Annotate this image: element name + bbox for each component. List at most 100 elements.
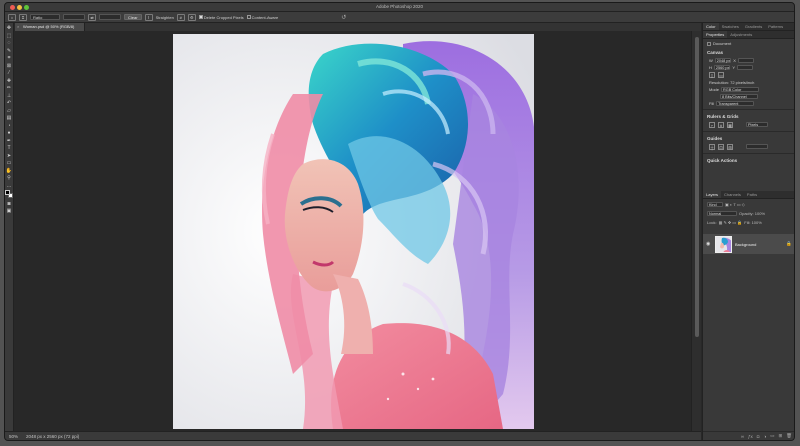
fill-select[interactable]: Transparent [716,101,755,106]
options-bar: ⌂ ⌗ Ratio ⇄ Clear ⌇ Straighten # ⚙ Delet… [5,12,794,23]
lock-guides-icon[interactable]: ⊡ [718,144,724,150]
crop-settings-icon[interactable]: ⚙ [187,13,196,21]
tab-paths[interactable]: Paths [744,191,760,198]
path-selection-tool-icon[interactable]: ➤ [6,153,12,159]
lock-icons[interactable]: ▦ ✎ ✥ ▭ 🔒 [719,220,743,225]
tab-color[interactable]: Color [703,23,719,30]
straighten-icon[interactable]: ⌇ [144,13,153,21]
width-field[interactable]: 2048 px [714,58,732,63]
straighten-label[interactable]: Straighten [156,15,174,20]
height-field[interactable]: 2560 px [713,65,731,70]
new-group-icon[interactable]: ▭ [770,433,774,439]
hand-tool-icon[interactable]: ✋ [6,168,12,174]
guides-title[interactable]: Guides [703,134,794,143]
pen-tool-icon[interactable]: ✒ [6,138,12,144]
lasso-tool-icon[interactable]: ◌ [6,40,12,46]
guide-layout-icon[interactable]: ▦ [727,122,733,128]
document-image[interactable] [173,34,534,429]
add-mask-icon[interactable]: ◘ [757,434,760,439]
grid-icon[interactable]: # [718,122,724,128]
x-field[interactable] [737,58,754,63]
tab-swatches[interactable]: Swatches [719,23,742,30]
photoshop-window: Adobe Photoshop 2020 ⌂ ⌗ Ratio ⇄ Clear ⌇… [4,2,795,441]
quick-mask-icon[interactable]: ◙ [6,201,12,207]
mode-select[interactable]: RGB Color [721,87,760,92]
blend-mode-select[interactable]: Normal [707,211,737,216]
move-tool-icon[interactable]: ✥ [6,25,12,31]
tab-patterns[interactable]: Patterns [765,23,786,30]
ruler-icon[interactable]: ⌐ [709,122,715,128]
color-swatches[interactable] [5,190,13,199]
landscape-orientation-icon[interactable]: ▭ [718,72,724,78]
document-tab[interactable]: × Woman.psd @ 50% (RGB/8) [15,23,85,31]
foreground-color-swatch[interactable] [5,190,10,195]
quick-select-tool-icon[interactable]: ✎ [6,48,12,54]
eraser-tool-icon[interactable]: ▱ [6,108,12,114]
healing-brush-tool-icon[interactable]: ✚ [6,78,12,84]
overlay-grid-icon[interactable]: # [176,13,185,21]
tab-channels[interactable]: Channels [721,191,744,198]
clear-button[interactable]: Clear [124,14,142,20]
filter-icons[interactable]: ▣ ◐ T ▭ ◇ [725,202,745,207]
guide-color-icon[interactable]: ⊞ [727,144,733,150]
status-bar: 50% 2048 px x 2560 px (72 ppi) [5,431,701,440]
rulers-grids-title[interactable]: Rulers & Grids [703,112,794,121]
vertical-scrollbar[interactable] [691,31,701,431]
layer-lock-icon: 🔒 [786,241,792,246]
y-field[interactable] [737,65,754,70]
dodge-tool-icon[interactable]: ● [6,130,12,136]
eyedropper-tool-icon[interactable]: ⁄ [6,70,12,76]
history-brush-tool-icon[interactable]: ↶ [6,100,12,106]
opacity-field[interactable]: Opacity: 100% [739,211,765,216]
zoom-tool-icon[interactable]: ⚲ [6,175,12,181]
layer-style-icon[interactable]: ƒx [748,434,753,439]
zoom-level[interactable]: 50% [9,432,18,440]
type-tool-icon[interactable]: T [6,145,12,151]
content-aware-checkbox[interactable]: Content-Aware [246,15,278,20]
layer-thumbnail-image [716,236,731,252]
bit-depth-select[interactable]: 8 Bits/Channel [720,94,758,99]
scrollbar-thumb[interactable] [695,37,699,337]
reset-icon[interactable]: ↺ [341,14,346,21]
marquee-tool-icon[interactable]: ⬚ [6,33,12,39]
ruler-unit-select[interactable]: Pixels [746,122,768,127]
adjustment-layer-icon[interactable]: ◑ [764,434,767,439]
crop-tool-icon[interactable]: ⌗ [19,13,27,21]
tab-gradients[interactable]: Gradients [742,23,765,30]
swap-icon[interactable]: ⇄ [88,13,96,21]
rectangle-tool-icon[interactable]: ▭ [6,160,12,166]
ratio-select[interactable]: Ratio [30,14,60,20]
tab-adjustments[interactable]: Adjustments [727,31,755,38]
tab-layers[interactable]: Layers [703,191,722,198]
layer-row-background[interactable]: ◉ Background 🔒 [703,234,794,254]
crop-tool-icon[interactable]: ⌗ [6,55,12,61]
layer-kind-select[interactable]: Kind [707,202,723,207]
fill-percent-field[interactable]: Fill: 100% [744,220,762,225]
clone-stamp-tool-icon[interactable]: ⊥ [6,93,12,99]
ratio-width-field[interactable] [63,14,85,20]
gradient-tool-icon[interactable]: ▤ [6,115,12,121]
guide-style-select[interactable] [746,144,768,149]
brush-tool-icon[interactable]: ✏ [6,85,12,91]
show-guides-icon[interactable]: ┼ [709,144,715,150]
ratio-height-field[interactable] [99,14,121,20]
new-layer-icon[interactable]: ⊞ [779,433,783,439]
canvas-section-title[interactable]: Canvas [703,48,794,57]
document-info[interactable]: 2048 px x 2560 px (72 ppi) [26,432,79,440]
blur-tool-icon[interactable]: ◔ [6,123,12,129]
quick-actions-title[interactable]: Quick Actions [703,156,794,165]
screen-mode-icon[interactable]: ▣ [6,208,12,214]
layer-name[interactable]: Background [735,242,783,247]
blend-row: Normal Opacity: 100% [703,209,794,218]
link-layers-icon[interactable]: ∞ [741,434,744,439]
delete-cropped-pixels-checkbox[interactable]: Delete Cropped Pixels [198,15,244,20]
frame-tool-icon[interactable]: ⊠ [6,63,12,69]
visibility-eye-icon[interactable]: ◉ [706,241,712,247]
more-tools-icon[interactable]: … [6,183,12,189]
tab-properties[interactable]: Properties [703,31,728,38]
delete-layer-icon[interactable]: 🗑 [786,433,792,439]
home-icon[interactable]: ⌂ [8,13,16,21]
canvas-area[interactable] [15,31,691,431]
close-tab-icon[interactable]: × [17,23,19,31]
portrait-orientation-icon[interactable]: ▯ [709,72,715,78]
